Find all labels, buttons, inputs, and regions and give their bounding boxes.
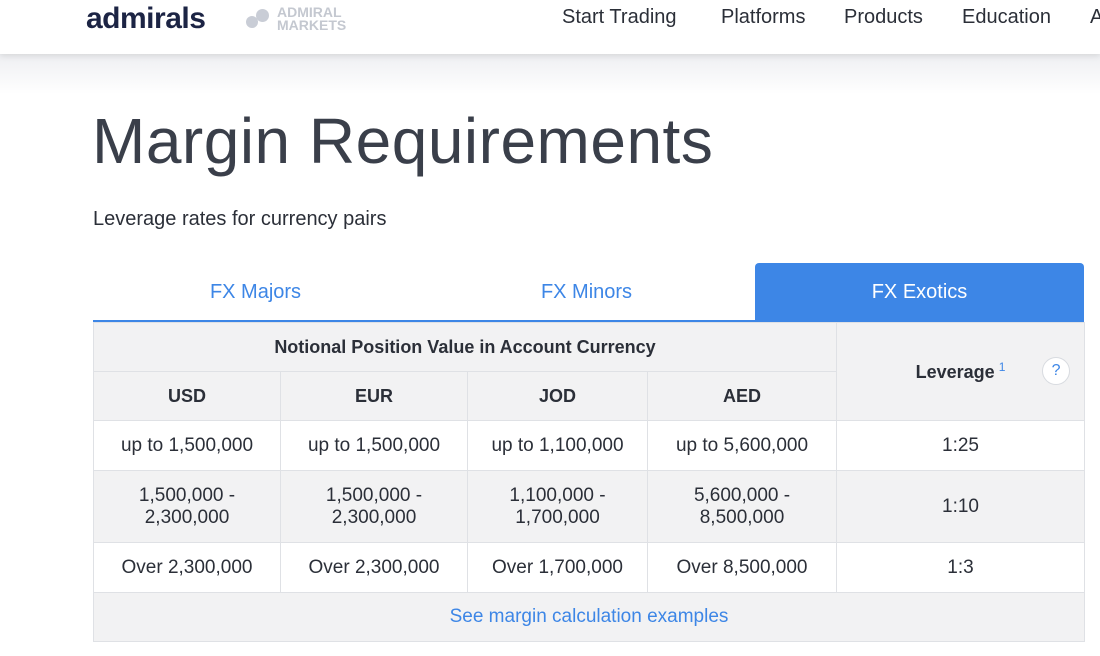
column-header-eur: EUR [280,371,468,421]
table-cell: Over 8,500,000 [646,542,838,593]
admiral-markets-logo-icon [246,8,274,32]
table-cell: up to 5,600,000 [646,420,838,471]
nav-platforms[interactable]: Platforms [721,6,805,29]
table-row: up to 1,500,000 up to 1,500,000 up to 1,… [93,420,1086,471]
leverage-cell: 1:25 [836,420,1086,471]
table-cell: up to 1,500,000 [280,420,468,471]
tab-bar: FX Majors FX Minors FX Exotics [93,263,1084,322]
nav-more[interactable]: A [1090,6,1100,29]
table-row: 1,500,000 - 2,300,000 1,500,000 - 2,300,… [93,470,1086,543]
tab-fx-exotics[interactable]: FX Exotics [755,263,1084,322]
leverage-cell: 1:3 [836,542,1086,593]
table-cell: 1,500,000 - 2,300,000 [93,470,281,543]
leverage-header-cell: Leverage 1 ? [836,322,1086,421]
table-cell: up to 1,500,000 [93,420,281,471]
tab-fx-minors[interactable]: FX Minors [424,263,749,322]
table-cell: Over 1,700,000 [467,542,648,593]
help-icon[interactable]: ? [1042,357,1071,385]
nav-products[interactable]: Products [844,6,923,29]
admiral-markets-logo: ADMIRAL MARKETS [246,4,356,34]
table-cell: Over 2,300,000 [93,542,281,593]
site-header: admirals ADMIRAL MARKETS Start Trading P… [0,0,1100,54]
margin-examples-link[interactable]: See margin calculation examples [450,606,729,627]
column-header-aed: AED [646,371,838,421]
footer-cell: See margin calculation examples [92,592,1086,642]
table-cell: 1,100,000 - 1,700,000 [467,470,648,543]
leverage-footnote[interactable]: 1 [999,360,1006,374]
margin-table: Notional Position Value in Account Curre… [92,322,1086,642]
leverage-cell: 1:10 [836,470,1086,543]
admirals-logo[interactable]: admirals [86,2,206,36]
table-row: Over 2,300,000 Over 2,300,000 Over 1,700… [93,542,1086,593]
sublogo-line2: MARKETS [277,17,347,33]
nav-education[interactable]: Education [962,6,1051,29]
nav-start-trading[interactable]: Start Trading [562,6,677,29]
table-cell: Over 2,300,000 [280,542,468,593]
group-header: Notional Position Value in Account Curre… [92,322,838,372]
header-shadow-band [0,54,1100,94]
page-title: Margin Requirements [92,105,714,177]
column-header-jod: JOD [467,371,648,421]
column-header-usd: USD [93,371,281,421]
tab-fx-majors[interactable]: FX Majors [93,263,418,322]
table-cell: up to 1,100,000 [467,420,648,471]
table-cell: 5,600,000 - 8,500,000 [646,470,838,543]
table-cell: 1,500,000 - 2,300,000 [280,470,468,543]
leverage-header: Leverage [915,362,995,382]
page-subtitle: Leverage rates for currency pairs [93,208,387,230]
